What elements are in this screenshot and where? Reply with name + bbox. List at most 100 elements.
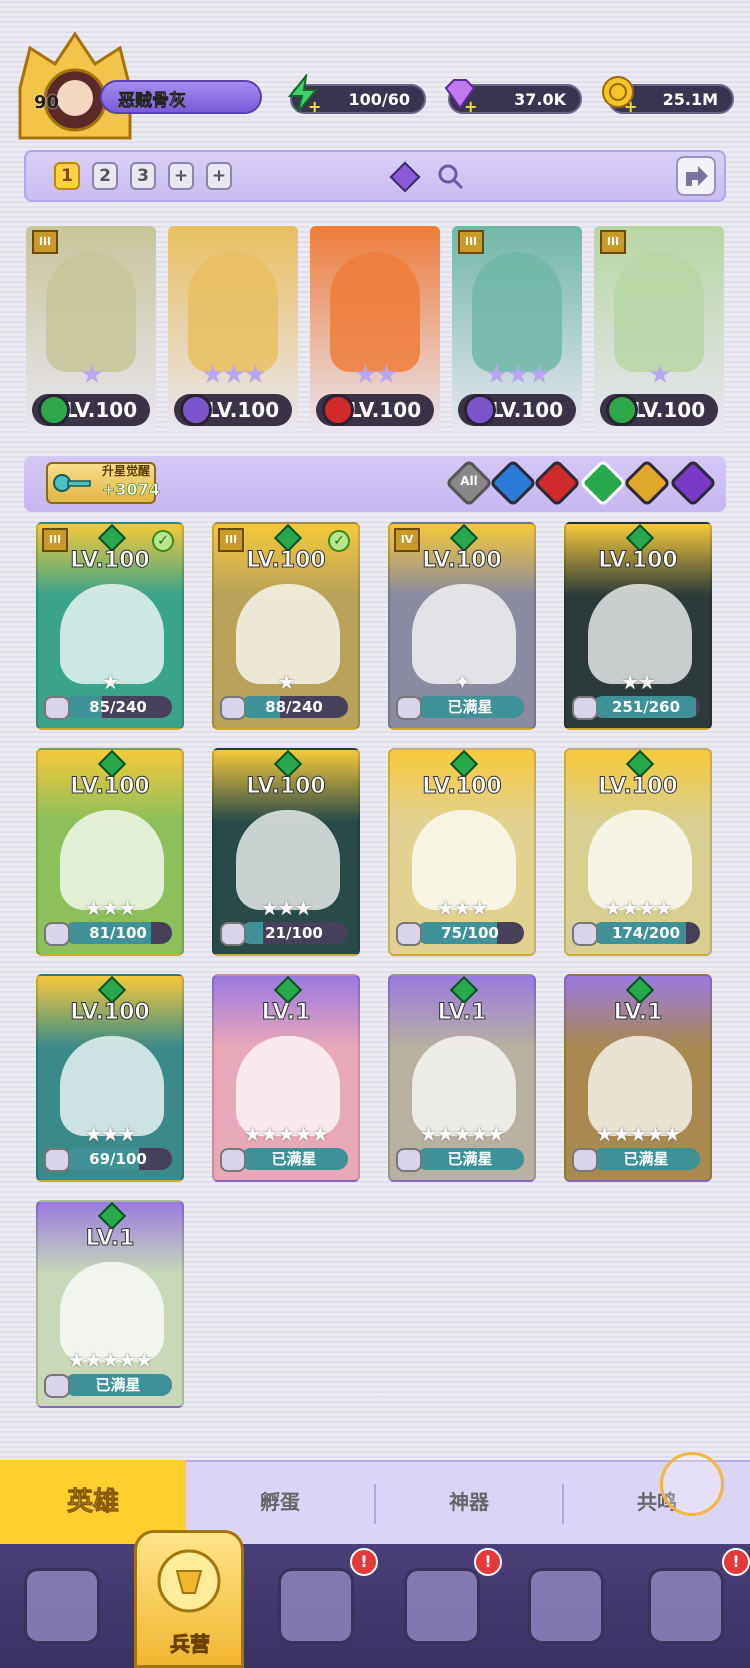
hero-card[interactable]: LV.100 ★★★ 21/100: [212, 748, 360, 956]
player-name: 恶贼骨灰: [118, 91, 187, 112]
progress-text: 81/100: [89, 924, 147, 942]
star-rating: ✦: [454, 670, 471, 694]
star-rating: ★★★★★: [67, 1348, 154, 1372]
progress-text: 21/100: [265, 924, 323, 942]
hero-level: LV.100: [70, 1000, 150, 1026]
hero-portrait: [60, 584, 164, 684]
nav-shop-icon[interactable]: [404, 1568, 480, 1644]
team-slot-3[interactable]: 3: [130, 162, 156, 190]
nav-book-icon[interactable]: [278, 1568, 354, 1644]
progress-text: 69/100: [89, 1150, 147, 1168]
hero-card[interactable]: III ✓ LV.100 ★ 88/240: [212, 522, 360, 730]
hero-level: LV.100: [246, 774, 326, 800]
hero-portrait: [60, 1036, 164, 1136]
team-slot-4[interactable]: +: [168, 162, 194, 190]
hero-portrait: [236, 584, 340, 684]
paw-icon: [396, 696, 422, 720]
rank-badge: III: [458, 230, 484, 254]
share-icon[interactable]: [676, 156, 716, 196]
element-orb-icon: [180, 394, 212, 426]
star-progress-bar: 75/100: [416, 922, 524, 944]
team-hero-card[interactable]: ★★★ LV.100: [168, 226, 298, 432]
element-orb-icon: [606, 394, 638, 426]
star-rating: ★★★★★: [243, 1122, 330, 1146]
team-slot-5[interactable]: +: [206, 162, 232, 190]
nav-barracks-label: 兵营: [170, 1632, 211, 1657]
hero-level: LV.1: [261, 1000, 311, 1026]
progress-text: 251/260: [611, 698, 681, 716]
hero-card[interactable]: LV.1 ★★★★★ 已满星: [388, 974, 536, 1182]
team-hero-card[interactable]: III ★ LV.100: [594, 226, 724, 432]
hero-portrait: [188, 252, 278, 372]
paw-icon: [220, 922, 246, 946]
team-hero-card[interactable]: III ★ LV.100: [26, 226, 156, 432]
star-rating: ★★★: [436, 896, 489, 920]
star-progress-bar: 85/240: [64, 696, 172, 718]
hero-card[interactable]: LV.100 ★★★★ 174/200: [564, 748, 712, 956]
paw-icon: [572, 1148, 598, 1172]
hero-card[interactable]: LV.1 ★★★★★ 已满星: [36, 1200, 184, 1408]
paw-icon: [44, 1148, 70, 1172]
element-orb-icon: [322, 394, 354, 426]
rank-badge: III: [32, 230, 58, 254]
element-orb-icon: [38, 394, 70, 426]
star-progress-bar: 174/200: [592, 922, 700, 944]
hero-portrait: [412, 810, 516, 910]
star-rating: ★★★★★: [419, 1122, 506, 1146]
star-progress-bar: 已满星: [416, 696, 524, 718]
star-rating: ★★★: [485, 360, 551, 390]
gem-icon: +: [440, 74, 480, 116]
rank-badge: III: [600, 230, 626, 254]
hero-card[interactable]: III ✓ LV.100 ★ 85/240: [36, 522, 184, 730]
hero-level: LV.100: [246, 548, 326, 574]
star-rating: ★: [648, 360, 671, 390]
hero-card[interactable]: LV.100 ★★ 251/260: [564, 522, 712, 730]
progress-text: 已满星: [447, 698, 493, 716]
hero-portrait: [614, 252, 704, 372]
hero-card[interactable]: IV LV.100 ✦ 已满星: [388, 522, 536, 730]
hero-portrait: [46, 252, 136, 372]
hero-level: LV.100: [422, 548, 502, 574]
star-progress-bar: 69/100: [64, 1148, 172, 1170]
floating-action-button[interactable]: [660, 1452, 724, 1516]
hero-level: LV.100: [422, 774, 502, 800]
team-hero-card[interactable]: ★★ LV.100: [310, 226, 440, 432]
progress-text: 85/240: [89, 698, 147, 716]
element-swap-icon[interactable]: [388, 160, 422, 194]
star-rating: ★: [101, 670, 120, 694]
team-slot-1[interactable]: 1: [54, 162, 80, 190]
hero-card[interactable]: LV.1 ★★★★★ 已满星: [212, 974, 360, 1182]
hero-portrait: [330, 252, 420, 372]
hero-card[interactable]: LV.100 ★★★ 81/100: [36, 748, 184, 956]
hero-card[interactable]: LV.100 ★★★ 75/100: [388, 748, 536, 956]
energy-value: 100/60: [348, 89, 410, 109]
hero-portrait: [412, 1036, 516, 1136]
star-progress-bar: 251/260: [592, 696, 700, 718]
team-hero-card[interactable]: III ★★★ LV.100: [452, 226, 582, 432]
star-rating: ★: [277, 670, 296, 694]
team-slot-2[interactable]: 2: [92, 162, 118, 190]
progress-text: 75/100: [441, 924, 499, 942]
hero-portrait: [588, 584, 692, 684]
nav-battle-icon[interactable]: [528, 1568, 604, 1644]
energy-icon: +: [284, 72, 324, 116]
paw-icon: [44, 922, 70, 946]
nav-cards-icon[interactable]: [24, 1568, 100, 1644]
star-rating: ★★★: [84, 1122, 137, 1146]
star-rating: ★: [80, 360, 103, 390]
progress-text: 已满星: [271, 1150, 317, 1168]
star-rating: ★★★★★: [595, 1122, 682, 1146]
star-rating: ★★★: [201, 360, 267, 390]
hero-card[interactable]: LV.1 ★★★★★ 已满星: [564, 974, 712, 1182]
tab-artifact[interactable]: 神器: [376, 1460, 562, 1544]
hero-level: LV.100: [598, 548, 678, 574]
star-progress-bar: 已满星: [240, 1148, 348, 1170]
hero-card[interactable]: LV.100 ★★★ 69/100: [36, 974, 184, 1182]
gem-value: 37.0K: [514, 89, 566, 109]
nav-scroll-icon[interactable]: [648, 1568, 724, 1644]
notification-badge: !: [474, 1548, 502, 1576]
search-icon[interactable]: [436, 162, 466, 192]
paw-icon: [396, 922, 422, 946]
gold-value: 25.1M: [662, 89, 718, 109]
star-progress-bar: 21/100: [240, 922, 348, 944]
